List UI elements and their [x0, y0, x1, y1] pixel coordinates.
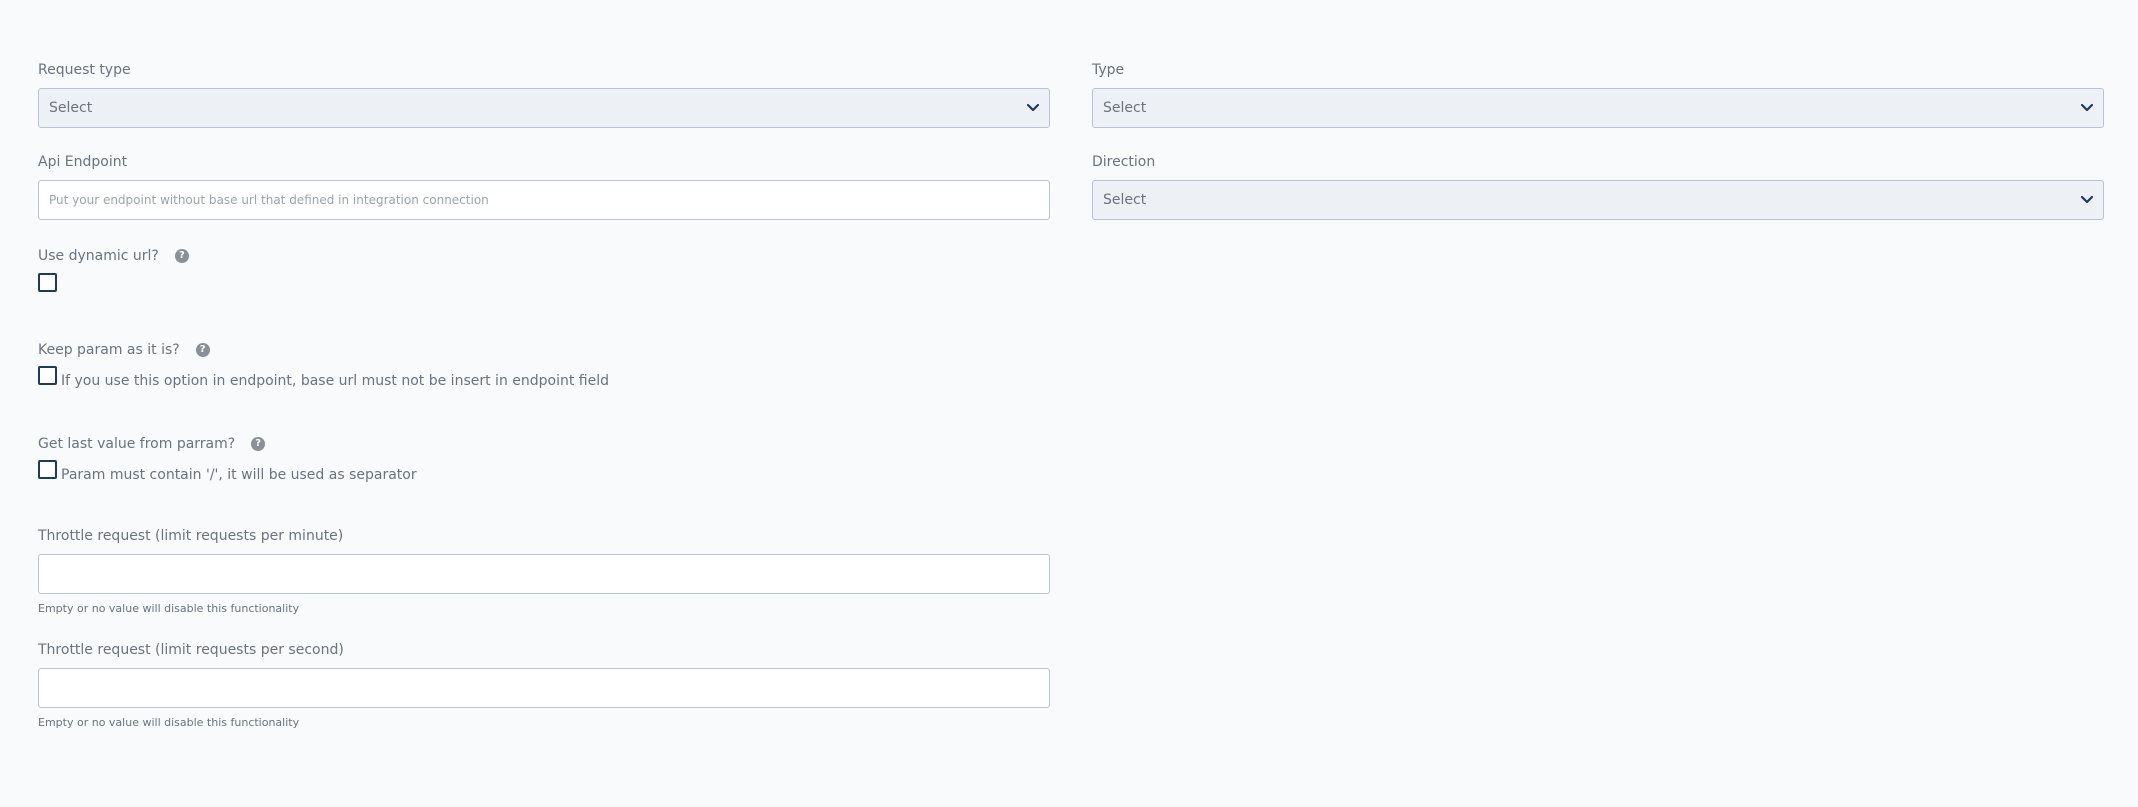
last-value-check-row: Param must contain '/', it will be used … [38, 460, 1050, 483]
dynamic-url-check-row [38, 273, 1050, 292]
request-type-label: Request type [38, 62, 131, 78]
help-circle-icon[interactable]: ? [174, 249, 189, 263]
help-circle-icon[interactable]: ? [195, 343, 210, 357]
keep-param-label-row: Keep param as it is? ? [38, 340, 1050, 360]
throttle-second-hint: Empty or no value will disable this func… [38, 716, 300, 729]
chevron-down-icon [2079, 192, 2095, 208]
direction-selected-value: Select [1103, 192, 1147, 208]
chevron-down-icon [1025, 100, 1041, 116]
dynamic-url-field: Use dynamic url? ? [38, 246, 1050, 292]
integration-endpoint-form: Request type Select Api Endpoint Use dyn… [0, 0, 2138, 807]
throttle-minute-input[interactable] [38, 554, 1050, 594]
throttle-minute-label: Throttle request (limit requests per min… [38, 528, 344, 544]
request-type-selected-value: Select [49, 100, 93, 116]
request-type-select[interactable]: Select [38, 88, 1050, 128]
throttle-second-label: Throttle request (limit requests per sec… [38, 642, 344, 658]
throttle-second-input[interactable] [38, 668, 1050, 708]
keep-param-checkbox[interactable] [38, 366, 57, 385]
dynamic-url-checkbox[interactable] [38, 273, 57, 292]
throttle-minute-hint: Empty or no value will disable this func… [38, 602, 300, 615]
last-value-label: Get last value from parram? [38, 436, 236, 452]
type-field: Type Select [1092, 60, 2104, 128]
keep-param-field: Keep param as it is? ? If you use this o… [38, 340, 1050, 389]
api-endpoint-input[interactable] [38, 180, 1050, 220]
throttle-minute-field: Throttle request (limit requests per min… [38, 526, 1050, 615]
last-value-checkbox-text: Param must contain '/', it will be used … [61, 467, 417, 483]
direction-field: Direction Select [1092, 152, 2104, 220]
api-endpoint-label: Api Endpoint [38, 154, 128, 170]
help-circle-icon[interactable]: ? [251, 437, 266, 451]
dynamic-url-label-row: Use dynamic url? ? [38, 246, 1050, 266]
keep-param-checkbox-text: If you use this option in endpoint, base… [61, 373, 609, 389]
keep-param-check-row: If you use this option in endpoint, base… [38, 366, 1050, 389]
dynamic-url-label: Use dynamic url? [38, 248, 159, 264]
throttle-second-field: Throttle request (limit requests per sec… [38, 640, 1050, 729]
direction-select[interactable]: Select [1092, 180, 2104, 220]
request-type-field: Request type Select [38, 60, 1050, 128]
type-label: Type [1092, 62, 1125, 78]
api-endpoint-field: Api Endpoint [38, 152, 1050, 220]
type-selected-value: Select [1103, 100, 1147, 116]
last-value-checkbox[interactable] [38, 460, 57, 479]
last-value-field: Get last value from parram? ? Param must… [38, 434, 1050, 483]
last-value-label-row: Get last value from parram? ? [38, 434, 1050, 454]
type-select[interactable]: Select [1092, 88, 2104, 128]
chevron-down-icon [2079, 100, 2095, 116]
direction-label: Direction [1092, 154, 1156, 170]
keep-param-label: Keep param as it is? [38, 342, 180, 358]
